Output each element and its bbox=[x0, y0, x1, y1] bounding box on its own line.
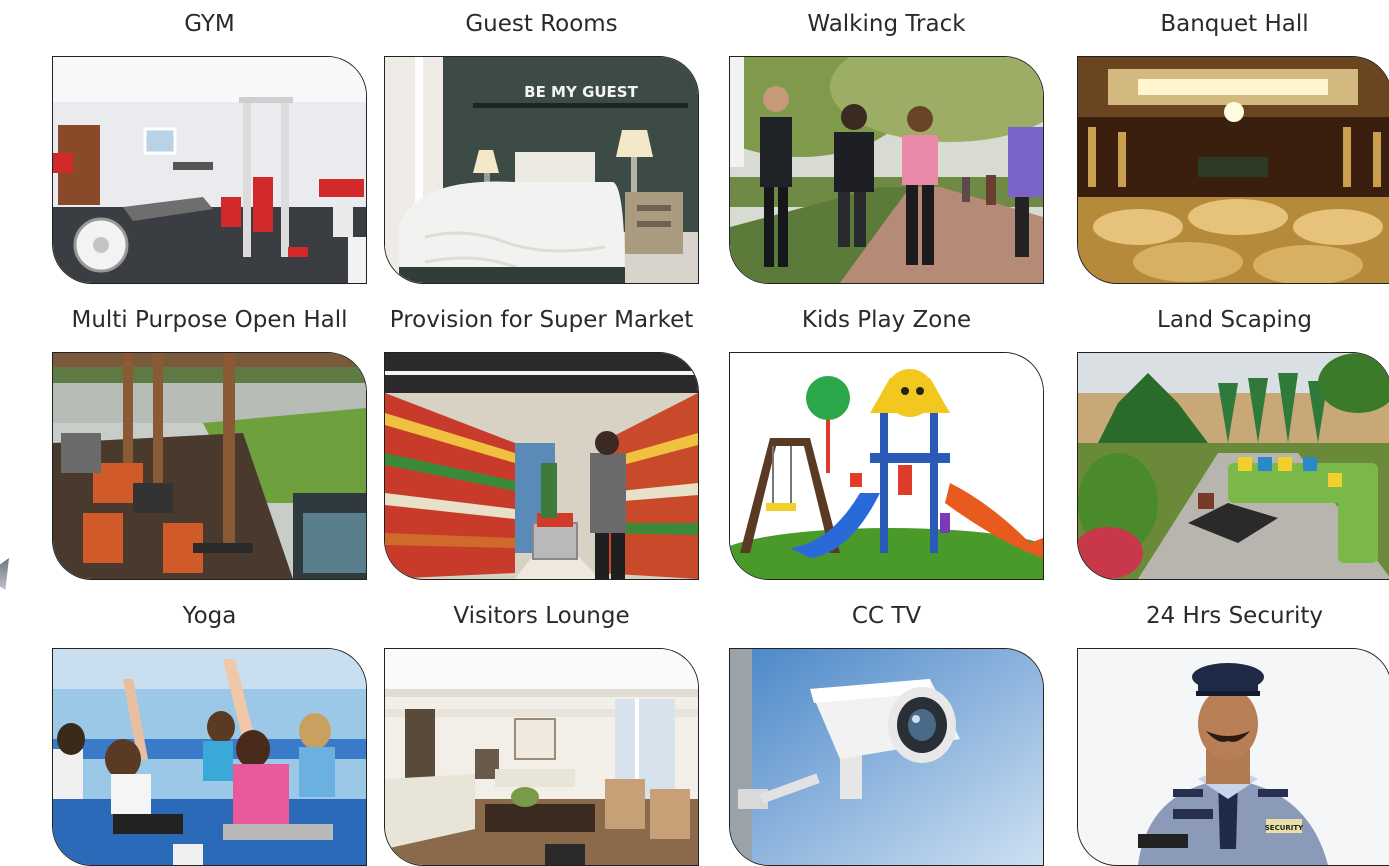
gym-photo bbox=[52, 56, 367, 284]
amenity-label: GYM bbox=[184, 11, 235, 37]
guest-room-photo: BE MY GUEST bbox=[384, 56, 699, 284]
cctv-camera-photo bbox=[729, 648, 1044, 866]
supermarket-photo bbox=[384, 352, 699, 580]
banquet-hall-photo bbox=[1077, 56, 1389, 284]
amenity-label: Land Scaping bbox=[1157, 307, 1312, 333]
landscaping-photo bbox=[1077, 352, 1389, 580]
amenity-label: Banquet Hall bbox=[1160, 11, 1309, 37]
amenity-label: 24 Hrs Security bbox=[1145, 603, 1324, 629]
amenity-label: Yoga bbox=[182, 603, 237, 629]
kids-play-zone-photo bbox=[729, 352, 1044, 580]
amenity-label: Visitors Lounge bbox=[453, 603, 630, 629]
wall-sign-text: BE MY GUEST bbox=[524, 83, 638, 101]
walking-track-photo bbox=[729, 56, 1044, 284]
amenity-label: Kids Play Zone bbox=[801, 307, 972, 333]
amenity-label: Provision for Super Market bbox=[389, 307, 694, 333]
open-hall-photo bbox=[52, 352, 367, 580]
yoga-photo bbox=[52, 648, 367, 866]
security-guard-photo: SECURITY bbox=[1077, 648, 1389, 866]
cropped-edge-graphic bbox=[0, 558, 9, 590]
amenity-label: CC TV bbox=[851, 603, 922, 629]
badge-text: SECURITY bbox=[1265, 824, 1304, 832]
visitors-lounge-photo bbox=[384, 648, 699, 866]
amenity-label: Walking Track bbox=[807, 11, 966, 37]
amenity-label: Guest Rooms bbox=[465, 11, 618, 37]
amenity-label: Multi Purpose Open Hall bbox=[71, 307, 348, 333]
